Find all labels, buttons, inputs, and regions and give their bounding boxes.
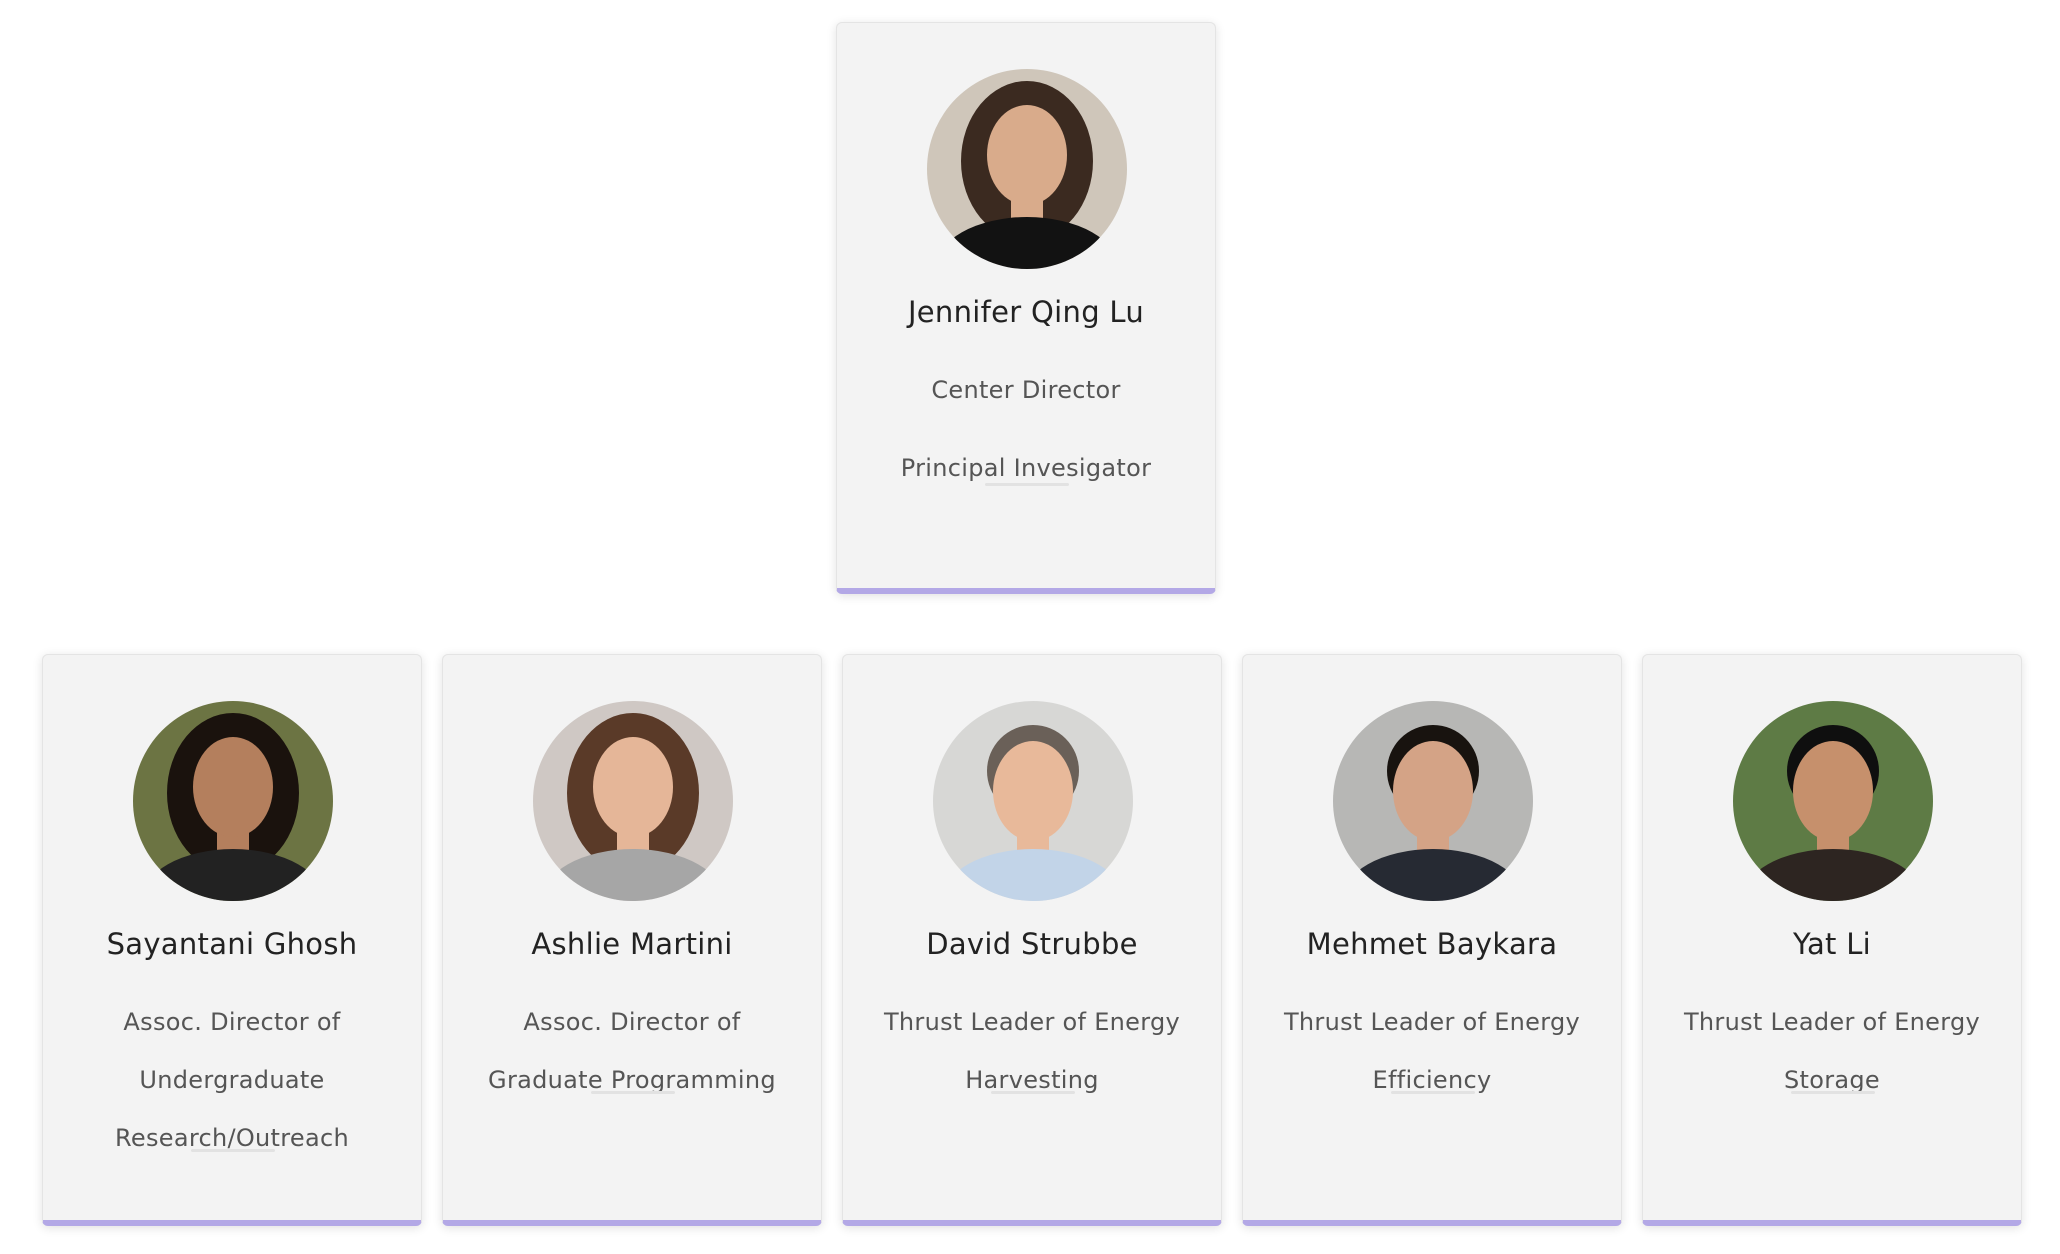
- portrait-photo: [533, 701, 733, 901]
- divider: [1391, 1091, 1475, 1094]
- person-name: Ashlie Martini: [531, 927, 733, 961]
- portrait-photo: [1333, 701, 1533, 901]
- role-line: Storage: [1783, 1066, 1880, 1094]
- portrait-photo: [933, 701, 1133, 901]
- role-line: Assoc. Director of: [523, 1008, 741, 1036]
- role-line: Efficiency: [1372, 1066, 1492, 1094]
- role-line: Thrust Leader of Energy: [883, 1008, 1181, 1036]
- person-name: Yat Li: [1792, 927, 1872, 961]
- person-card[interactable]: Yat Li Thrust Leader of Energy Storage: [1642, 654, 2022, 1226]
- role-line: Research/Outreach: [114, 1124, 349, 1152]
- divider: [1791, 1091, 1875, 1094]
- avatar: [927, 69, 1127, 269]
- person-name: Sayantani Ghosh: [106, 927, 358, 961]
- person-card[interactable]: Mehmet Baykara Thrust Leader of Energy E…: [1242, 654, 1622, 1226]
- avatar: [933, 701, 1133, 901]
- role-line: Thrust Leader of Energy: [1683, 1008, 1981, 1036]
- avatar: [133, 701, 333, 901]
- portrait-photo: [1733, 701, 1933, 901]
- divider: [191, 1149, 275, 1152]
- person-card[interactable]: David Strubbe Thrust Leader of Energy Ha…: [842, 654, 1222, 1226]
- role-line: Graduate Programming: [488, 1066, 776, 1094]
- role-line: Thrust Leader of Energy: [1283, 1008, 1581, 1036]
- person-name: Jennifer Qing Lu: [907, 295, 1145, 329]
- role-line: Center Director: [931, 376, 1121, 404]
- person-name: Mehmet Baykara: [1306, 927, 1558, 961]
- avatar: [1733, 701, 1933, 901]
- person-role: Assoc. Director of Undergraduate Researc…: [69, 993, 395, 1167]
- person-card[interactable]: Ashlie Martini Assoc. Director of Gradua…: [442, 654, 822, 1226]
- divider: [591, 1091, 675, 1094]
- person-role: Center Director Principal Invesigator: [863, 361, 1189, 497]
- person-name: David Strubbe: [926, 927, 1138, 961]
- avatar: [1333, 701, 1533, 901]
- portrait-photo: [133, 701, 333, 901]
- portrait-photo: [927, 69, 1127, 269]
- divider: [991, 1091, 1075, 1094]
- role-line: Undergraduate: [139, 1066, 325, 1094]
- role-line: Principal Invesigator: [900, 454, 1152, 482]
- role-line: Assoc. Director of: [123, 1008, 341, 1036]
- role-line: Harvesting: [965, 1066, 1099, 1094]
- team-grid: Jennifer Qing Lu Center Director Princip…: [0, 0, 2060, 1254]
- divider: [985, 483, 1069, 486]
- avatar: [533, 701, 733, 901]
- person-card[interactable]: Sayantani Ghosh Assoc. Director of Under…: [42, 654, 422, 1226]
- person-card[interactable]: Jennifer Qing Lu Center Director Princip…: [836, 22, 1216, 594]
